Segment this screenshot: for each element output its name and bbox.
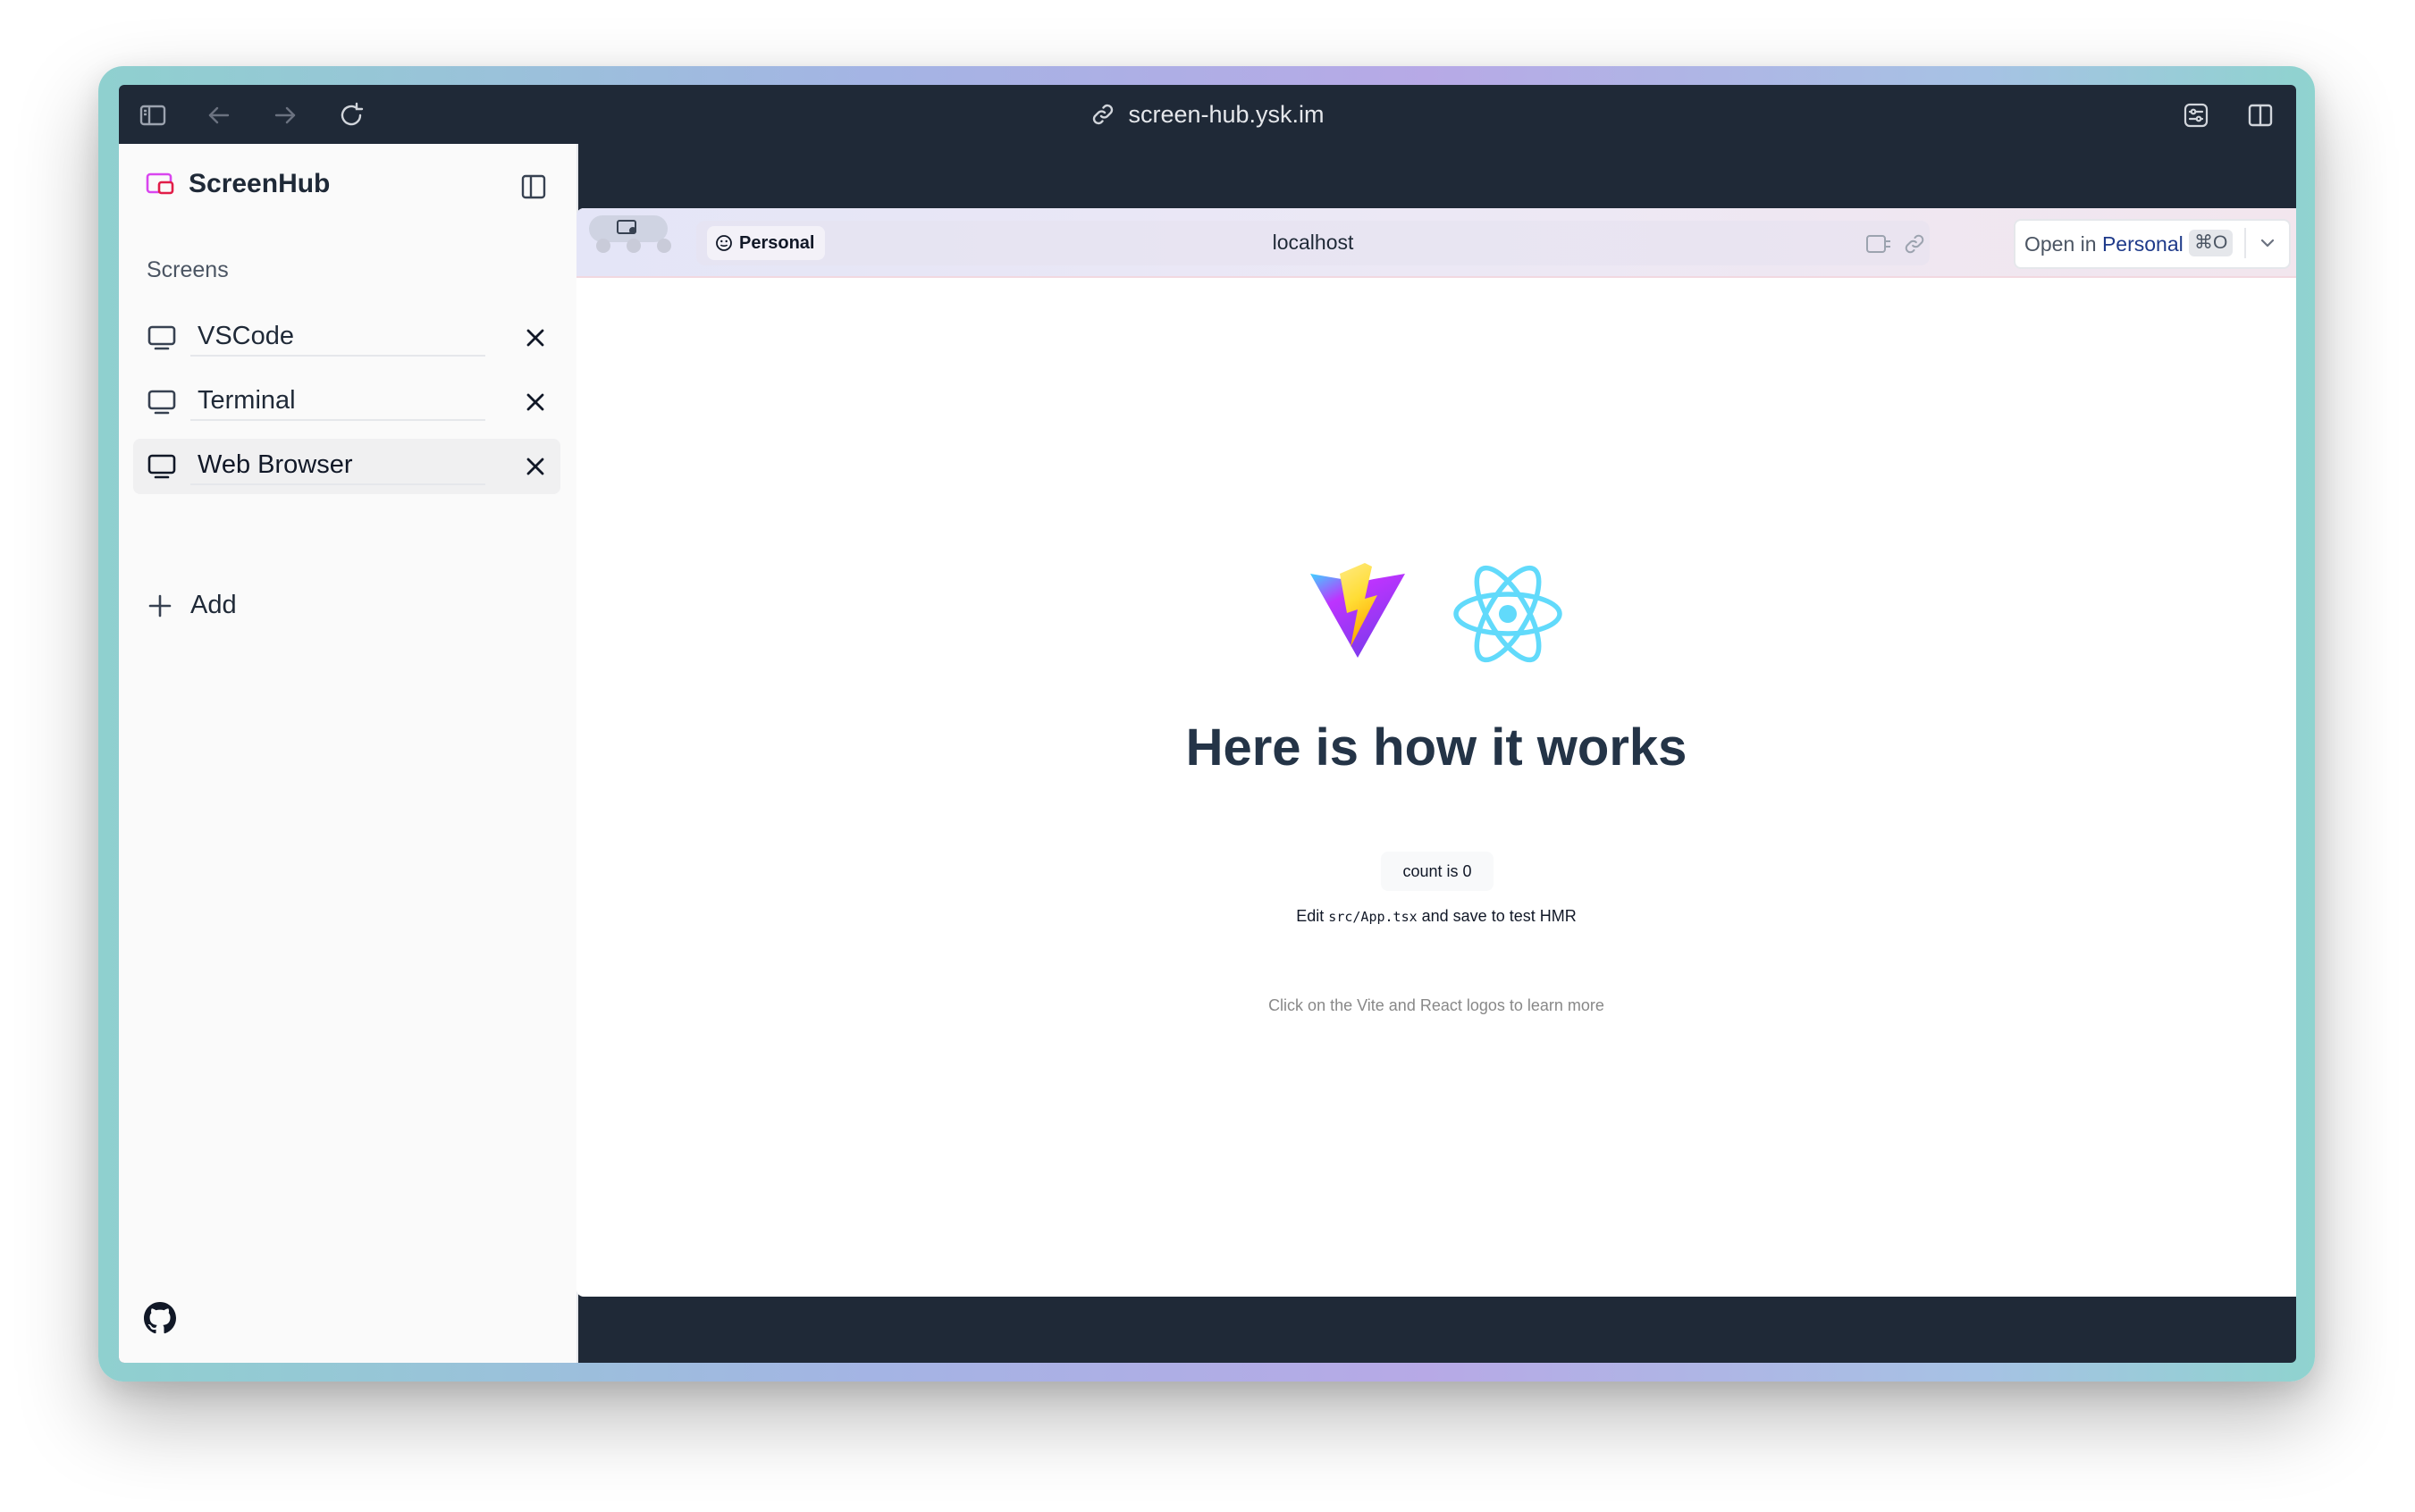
page-headline: Here is how it works — [1185, 718, 1687, 777]
close-icon[interactable] — [523, 325, 548, 350]
plus-icon — [148, 594, 172, 617]
chevron-down-icon[interactable] — [2257, 232, 2278, 254]
screen-name-field[interactable]: VSCode — [190, 317, 485, 357]
add-label: Add — [190, 591, 237, 619]
screen-name: VSCode — [198, 322, 295, 350]
divider — [2244, 228, 2246, 258]
screen-name-field[interactable]: Terminal — [190, 382, 485, 421]
embedded-browser: Personal localhost Open in Personal ⌘O H… — [576, 208, 2296, 1297]
close-icon[interactable] — [523, 454, 548, 479]
extensions-icon[interactable] — [2182, 101, 2210, 130]
open-in-profile: Personal — [2101, 232, 2184, 256]
embedded-address-bar[interactable]: Personal localhost — [696, 221, 1930, 265]
embedded-browser-toolbar: Personal localhost Open in Personal ⌘O — [576, 208, 2296, 278]
edit-code: src/App.tsx — [1328, 909, 1418, 925]
screen-share-icon — [617, 220, 636, 234]
split-view-icon[interactable] — [2246, 101, 2275, 130]
browser-window: screen-hub.ysk.im ScreenHub Screens VSCo… — [119, 85, 2296, 1363]
address-bar[interactable]: screen-hub.ysk.im — [119, 85, 2296, 144]
reader-view-icon[interactable] — [1865, 232, 1892, 256]
read-the-docs: Click on the Vite and React logos to lea… — [1268, 996, 1604, 1014]
monitor-icon — [147, 325, 176, 350]
brand[interactable]: ScreenHub — [146, 169, 330, 199]
brand-title: ScreenHub — [189, 169, 331, 198]
screens-section-label: Screens — [147, 257, 229, 282]
screen-item-web-browser[interactable]: Web Browser — [133, 439, 560, 494]
open-in-label: Open in Personal — [2024, 232, 2184, 256]
link-icon — [1093, 104, 1114, 125]
count-button[interactable]: count is 0 — [1381, 852, 1494, 891]
window-controls[interactable] — [589, 239, 678, 253]
host-text: localhost — [1272, 231, 1354, 254]
link-icon[interactable] — [1901, 232, 1928, 256]
url-text: screen-hub.ysk.im — [1128, 100, 1325, 128]
screen-item-vscode[interactable]: VSCode — [133, 310, 560, 365]
browser-toolbar: screen-hub.ysk.im — [119, 85, 2296, 144]
edit-hint: Edit src/App.tsx and save to test HMR — [576, 907, 2296, 926]
edit-prefix: Edit — [1296, 907, 1329, 925]
screenhub-logo-icon — [146, 172, 174, 195]
react-logo-icon[interactable] — [1451, 561, 1565, 667]
github-icon[interactable] — [144, 1302, 176, 1334]
edit-suffix: and save to test HMR — [1417, 907, 1577, 925]
monitor-icon — [147, 390, 176, 415]
add-screen-button[interactable]: Add — [147, 591, 237, 620]
vite-logo-icon[interactable] — [1308, 561, 1408, 661]
close-icon[interactable] — [523, 390, 548, 415]
logos — [1308, 561, 1567, 668]
screen-name: Web Browser — [198, 450, 353, 479]
open-in-button[interactable]: Open in Personal ⌘O — [2014, 219, 2291, 269]
collapse-sidebar-icon[interactable] — [519, 172, 548, 201]
screen-name-field[interactable]: Web Browser — [190, 446, 485, 485]
sidebar: ScreenHub Screens VSCode Terminal Web Br… — [119, 144, 578, 1363]
shortcut-badge: ⌘O — [2189, 230, 2234, 256]
open-in-prefix: Open in — [2024, 232, 2102, 256]
screen-name: Terminal — [198, 386, 296, 415]
screen-item-terminal[interactable]: Terminal — [133, 374, 560, 430]
monitor-icon — [147, 454, 176, 479]
